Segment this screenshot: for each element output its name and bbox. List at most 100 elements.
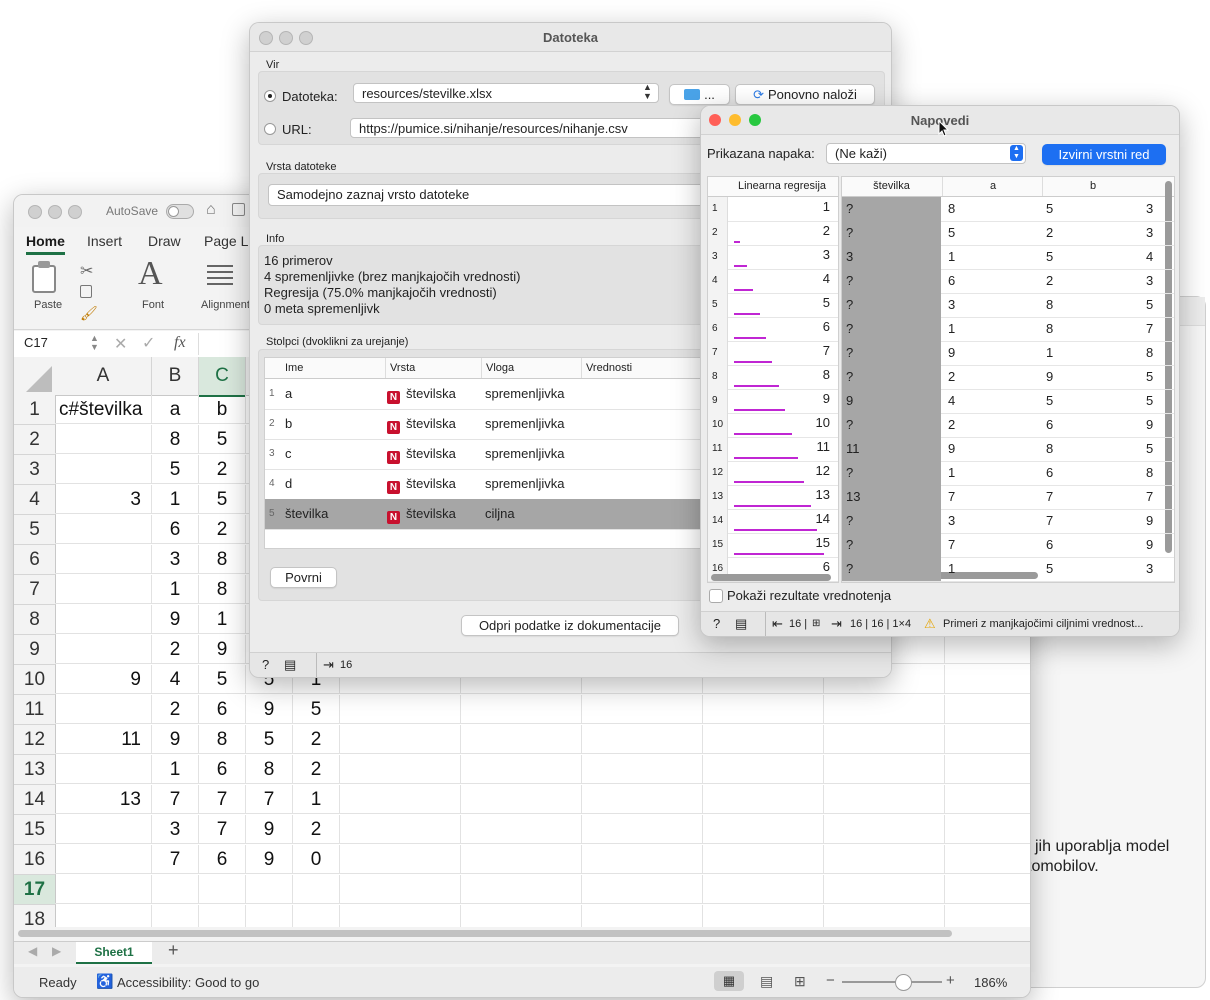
cancel-icon[interactable]: ✕ — [114, 334, 127, 354]
cell-c7[interactable]: 8 — [199, 575, 246, 604]
name-box[interactable]: C17 — [24, 335, 48, 350]
cell-b7[interactable]: 1 — [152, 575, 199, 604]
empty-cell[interactable] — [945, 695, 1030, 724]
cell-c2[interactable]: 5 — [199, 425, 246, 454]
cell-a8[interactable] — [55, 605, 152, 634]
cell-e17[interactable] — [293, 875, 340, 904]
add-sheet-icon[interactable]: + — [168, 940, 179, 961]
prediction-row[interactable]: 11 — [708, 197, 838, 222]
variable-role[interactable]: spremenljivka — [485, 409, 564, 439]
data-row[interactable]: ? 8 5 3 — [842, 197, 1174, 222]
accessibility-icon[interactable]: ♿ — [96, 973, 113, 990]
cell-b5[interactable]: 6 — [152, 515, 199, 544]
cell-c9[interactable]: 9 — [199, 635, 246, 664]
tab-draw[interactable]: Draw — [148, 233, 181, 249]
empty-cell[interactable] — [945, 845, 1030, 874]
help-icon[interactable]: ? — [713, 612, 720, 636]
row-header[interactable]: 11 — [14, 695, 56, 725]
cell-a15[interactable] — [55, 815, 152, 844]
variable-type[interactable]: Nštevilska — [387, 499, 456, 529]
empty-cell[interactable] — [824, 755, 945, 784]
row-header[interactable]: 17 — [14, 875, 56, 905]
empty-cell[interactable] — [703, 725, 824, 754]
cell-a4[interactable]: 3 — [55, 485, 152, 514]
cell-c1[interactable]: b — [199, 395, 246, 424]
empty-cell[interactable] — [703, 845, 824, 874]
cell-b4[interactable]: 1 — [152, 485, 199, 514]
prediction-row[interactable]: 15 15 — [708, 533, 838, 558]
row-header[interactable]: 6 — [14, 545, 56, 575]
cell-d11[interactable]: 9 — [246, 695, 293, 724]
cell-c12[interactable]: 8 — [199, 725, 246, 754]
empty-cell[interactable] — [461, 815, 582, 844]
variable-role[interactable]: ciljna — [485, 499, 515, 529]
empty-cell[interactable] — [703, 785, 824, 814]
empty-cell[interactable] — [824, 875, 945, 904]
cell-c14[interactable]: 7 — [199, 785, 246, 814]
normal-view-icon[interactable]: ▦ — [714, 971, 744, 991]
url-radio[interactable] — [264, 123, 276, 135]
cell-d12[interactable]: 5 — [246, 725, 293, 754]
row-header[interactable]: 10 — [14, 665, 56, 695]
home-icon[interactable]: ⌂ — [206, 201, 216, 219]
font-icon[interactable]: A — [138, 255, 163, 293]
zoom-level[interactable]: 186% — [974, 975, 1007, 990]
cell-a2[interactable] — [55, 425, 152, 454]
data-row[interactable]: 31 5 4 — [842, 245, 1174, 270]
scroll-left-icon[interactable]: ◀ — [28, 944, 37, 958]
cell-c15[interactable]: 7 — [199, 815, 246, 844]
row-header[interactable]: 5 — [14, 515, 56, 545]
data-row[interactable]: 94 5 5 — [842, 389, 1174, 414]
file-radio[interactable] — [264, 90, 276, 102]
status-accessibility[interactable]: Accessibility: Good to go — [117, 975, 259, 990]
zoom-slider[interactable] — [842, 981, 942, 983]
cell-b8[interactable]: 9 — [152, 605, 199, 634]
empty-cell[interactable] — [703, 815, 824, 844]
data-row[interactable]: ? 5 2 3 — [842, 221, 1174, 246]
data-row[interactable]: ? 9 1 8 — [842, 341, 1174, 366]
enter-icon[interactable]: ✓ — [142, 333, 155, 353]
header-b[interactable]: b — [1042, 177, 1143, 196]
cell-a12[interactable]: 11 — [55, 725, 152, 754]
cell-e15[interactable]: 2 — [293, 815, 340, 844]
empty-cell[interactable] — [582, 905, 703, 927]
empty-cell[interactable] — [945, 785, 1030, 814]
prediction-row[interactable]: 66 — [708, 317, 838, 342]
report-icon[interactable]: ▤ — [735, 612, 747, 636]
cell-a17[interactable] — [55, 875, 152, 904]
header-values[interactable]: Vrednosti — [581, 358, 632, 378]
cell-c6[interactable]: 8 — [199, 545, 246, 574]
prediction-row[interactable]: 99 — [708, 389, 838, 414]
cell-d16[interactable]: 9 — [246, 845, 293, 874]
empty-cell[interactable] — [461, 785, 582, 814]
select-all-corner[interactable] — [14, 357, 56, 396]
page-layout-view-icon[interactable]: ▤ — [760, 973, 773, 990]
cell-b13[interactable]: 1 — [152, 755, 199, 784]
cell-a13[interactable] — [55, 755, 152, 784]
pred-header-label[interactable]: Linearna regresija — [738, 177, 826, 196]
empty-cell[interactable] — [461, 875, 582, 904]
copy-icon[interactable] — [80, 285, 92, 298]
save-icon[interactable] — [232, 203, 245, 216]
cell-e11[interactable]: 5 — [293, 695, 340, 724]
empty-cell[interactable] — [461, 725, 582, 754]
cell-b11[interactable]: 2 — [152, 695, 199, 724]
variable-role[interactable]: spremenljivka — [485, 469, 564, 499]
variable-role[interactable]: spremenljivka — [485, 439, 564, 469]
cell-a18[interactable] — [55, 905, 152, 927]
column-header-c[interactable]: C — [199, 357, 246, 397]
cell-d17[interactable] — [246, 875, 293, 904]
row-header[interactable]: 7 — [14, 575, 56, 605]
cell-d13[interactable]: 8 — [246, 755, 293, 784]
cell-a3[interactable] — [55, 455, 152, 484]
cell-a9[interactable] — [55, 635, 152, 664]
header-role[interactable]: Vloga — [481, 358, 514, 378]
column-header-a[interactable]: A — [55, 357, 152, 396]
data-row[interactable]: 13 7 7 7 — [842, 485, 1174, 510]
empty-cell[interactable] — [582, 845, 703, 874]
empty-cell[interactable] — [824, 785, 945, 814]
empty-cell[interactable] — [824, 845, 945, 874]
browse-button[interactable]: ... — [669, 84, 730, 105]
row-header[interactable]: 9 — [14, 635, 56, 665]
show-eval-label[interactable]: Pokaži rezultate vrednotenja — [727, 588, 891, 603]
